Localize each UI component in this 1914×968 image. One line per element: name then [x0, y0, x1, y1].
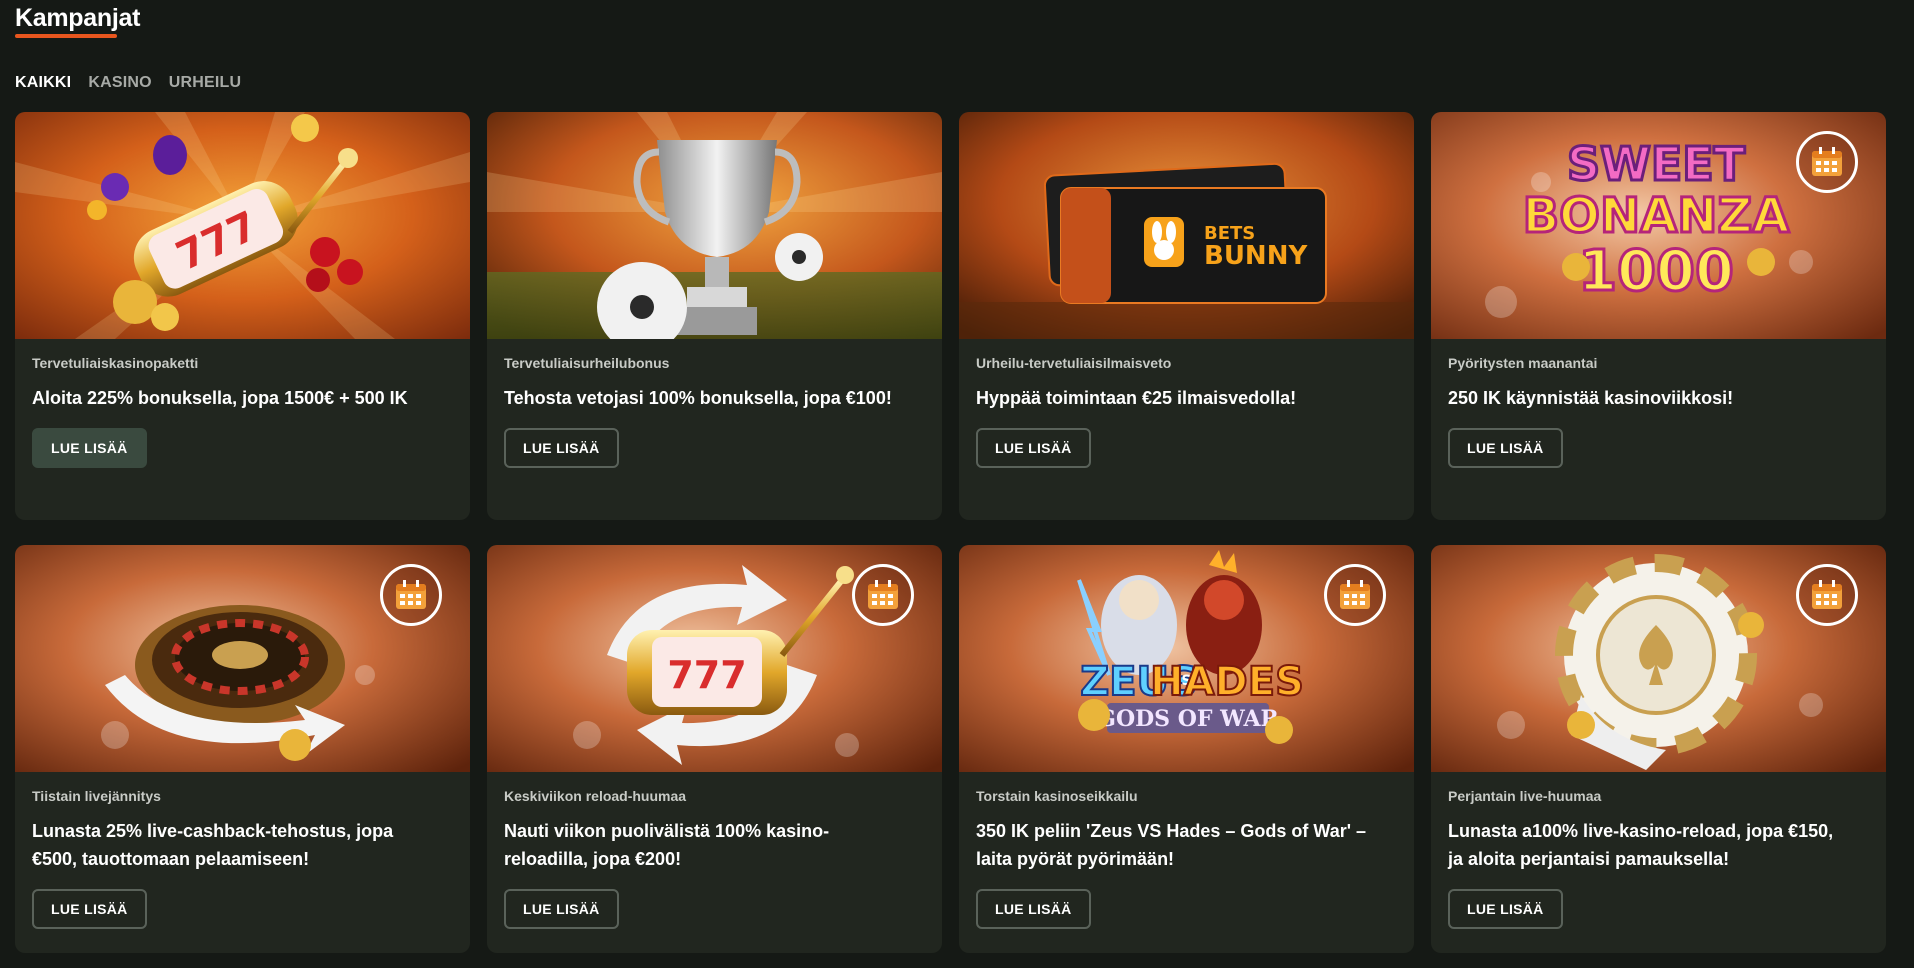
calendar-badge	[1796, 564, 1858, 626]
page-title: Kampanjat	[15, 4, 141, 32]
svg-text:777: 777	[667, 653, 746, 697]
calendar-badge	[1796, 131, 1858, 193]
promo-card[interactable]: 777 Tervetuliaiskasinopaketti Aloita 225…	[15, 112, 470, 520]
promo-image[interactable]: 777	[15, 112, 470, 339]
promo-image[interactable]	[1431, 545, 1886, 772]
calendar-icon	[1340, 580, 1370, 609]
calendar-badge	[1324, 564, 1386, 626]
read-more-button[interactable]: LUE LISÄÄ	[1448, 889, 1563, 929]
calendar-badge	[852, 564, 914, 626]
promo-category: Tiistain livejännitys	[32, 788, 161, 804]
promo-card[interactable]: Tervetuliaisurheilubonus Tehosta vetojas…	[487, 112, 942, 520]
filter-tabs: KAIKKI KASINO URHEILU	[15, 74, 241, 92]
promo-category: Tervetuliaiskasinopaketti	[32, 355, 199, 371]
tab-kasino[interactable]: KASINO	[88, 74, 151, 92]
svg-text:SWEET: SWEET	[1567, 137, 1746, 191]
promo-image[interactable]: ZEUS VS HADES GODS OF WAR	[959, 545, 1414, 772]
calendar-icon	[1812, 580, 1842, 609]
promo-category: Pyöritysten maanantai	[1448, 355, 1598, 371]
read-more-button[interactable]: LUE LISÄÄ	[976, 428, 1091, 468]
calendar-icon	[1812, 147, 1842, 176]
ticket-icon	[1043, 162, 1327, 304]
read-more-button[interactable]: LUE LISÄÄ	[32, 428, 147, 468]
promo-card[interactable]: Perjantain live-huumaa Lunasta a100% liv…	[1431, 545, 1886, 953]
promo-image[interactable]	[15, 545, 470, 772]
promo-category: Tervetuliaisurheilubonus	[504, 355, 670, 371]
calendar-icon	[396, 580, 426, 609]
svg-text:BUNNY: BUNNY	[1204, 241, 1308, 271]
promo-headline: Tehosta vetojasi 100% bonuksella, jopa €…	[504, 388, 892, 408]
read-more-button[interactable]: LUE LISÄÄ	[32, 889, 147, 929]
promo-card[interactable]: Tiistain livejännitys Lunasta 25% live-c…	[15, 545, 470, 953]
svg-text:HADES: HADES	[1150, 659, 1304, 705]
promo-image[interactable]	[487, 112, 942, 339]
promo-headline: Aloita 225% bonuksella, jopa 1500€ + 500…	[32, 388, 408, 408]
promo-card[interactable]: 777 Keskiviikon reload-huumaa Nauti viik…	[487, 545, 942, 953]
read-more-button[interactable]: LUE LISÄÄ	[504, 428, 619, 468]
title-underline	[15, 34, 117, 38]
calendar-icon	[868, 580, 898, 609]
promo-category: Perjantain live-huumaa	[1448, 788, 1602, 804]
promo-headline: 250 IK käynnistää kasinoviikkosi!	[1448, 388, 1734, 408]
promo-image[interactable]: BETS BUNNY	[959, 112, 1414, 339]
promo-headline: Hyppää toimintaan €25 ilmaisvedolla!	[976, 388, 1297, 408]
read-more-button[interactable]: LUE LISÄÄ	[1448, 428, 1563, 468]
promo-category: Torstain kasinoseikkailu	[976, 788, 1138, 804]
tab-kaikki[interactable]: KAIKKI	[15, 74, 71, 92]
calendar-badge	[380, 564, 442, 626]
svg-text:GODS OF WAR: GODS OF WAR	[1097, 706, 1279, 732]
promo-headline: Nauti viikon puolivälistä 100% kasino-re…	[504, 821, 830, 869]
promo-card[interactable]: ZEUS VS HADES GODS OF WAR Torstain kasin…	[959, 545, 1414, 953]
read-more-button[interactable]: LUE LISÄÄ	[504, 889, 619, 929]
promo-card[interactable]: BETS BUNNY Urheilu-tervetuliaisilmaisvet…	[959, 112, 1414, 520]
promo-headline: Lunasta a100% live-kasino-reload, jopa €…	[1448, 821, 1834, 869]
read-more-button[interactable]: LUE LISÄÄ	[976, 889, 1091, 929]
promo-category: Urheilu-tervetuliaisilmaisveto	[976, 355, 1172, 371]
svg-text:BONANZA: BONANZA	[1523, 188, 1790, 244]
svg-text:1000: 1000	[1578, 239, 1734, 304]
promo-headline: Lunasta 25% live-cashback-tehostus, jopa…	[32, 821, 394, 869]
tab-urheilu[interactable]: URHEILU	[169, 74, 242, 92]
promo-card[interactable]: SWEET BONANZA 1000 Pyöritysten maanantai…	[1431, 112, 1886, 520]
promo-image[interactable]: 777	[487, 545, 942, 772]
promotions-grid: 777 Tervetuliaiskasinopaketti Aloita 225…	[15, 112, 1886, 953]
promo-headline: 350 IK peliin 'Zeus VS Hades – Gods of W…	[976, 821, 1367, 869]
promo-category: Keskiviikon reload-huumaa	[504, 788, 687, 804]
promo-image[interactable]: SWEET BONANZA 1000	[1431, 112, 1886, 339]
